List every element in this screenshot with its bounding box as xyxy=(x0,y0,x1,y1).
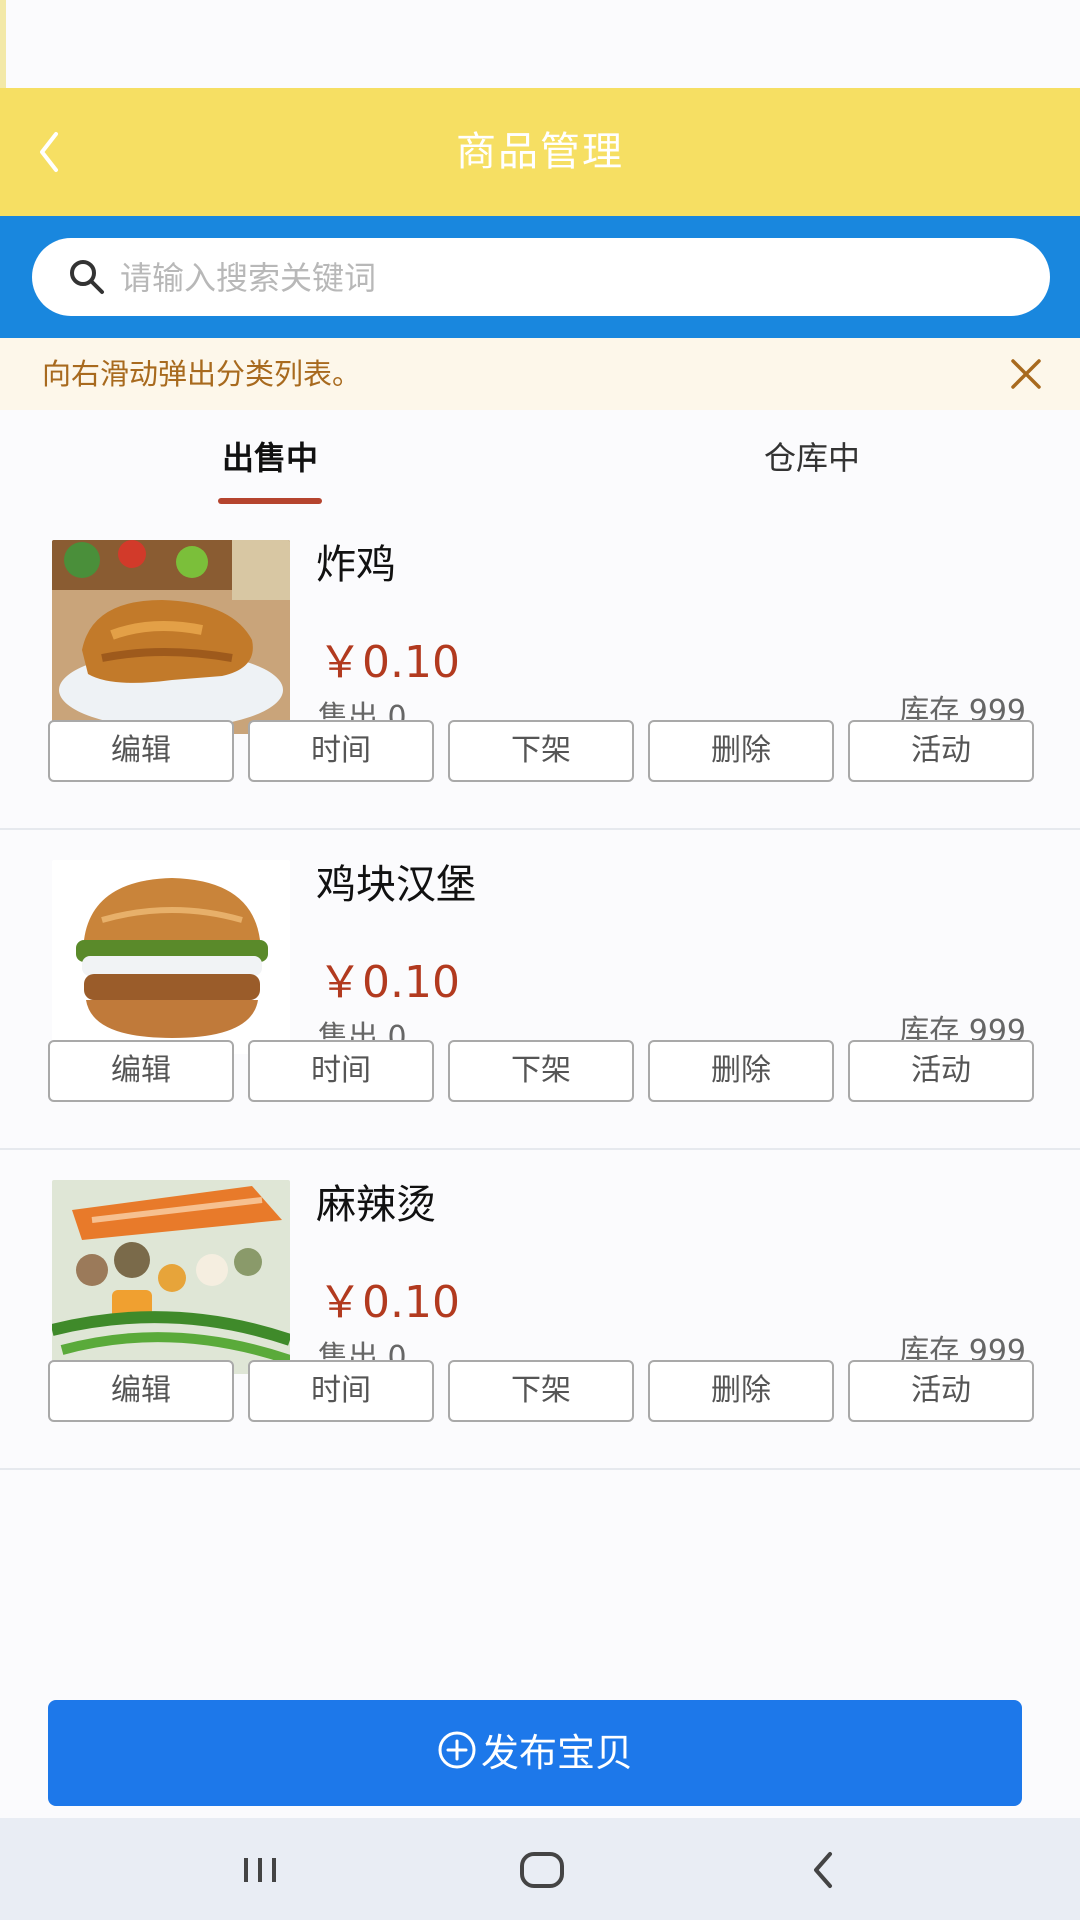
delete-button[interactable]: 删除 xyxy=(648,1040,834,1102)
status-bar xyxy=(0,0,1080,88)
product-price: ￥0.10 xyxy=(318,957,460,1008)
product-name: 炸鸡 xyxy=(316,542,396,588)
page-title: 商品管理 xyxy=(456,129,624,175)
time-button[interactable]: 时间 xyxy=(248,1040,434,1102)
app-header: 商品管理 xyxy=(0,88,1080,216)
recent-apps-icon[interactable] xyxy=(230,1842,290,1898)
product-price: ￥0.10 xyxy=(318,637,460,688)
search-box[interactable] xyxy=(32,238,1050,318)
notice-banner: 向右滑动弹出分类列表。 xyxy=(0,338,1080,410)
delist-button[interactable]: 下架 xyxy=(448,1360,634,1422)
fried-chicken-image xyxy=(52,540,290,734)
publish-button[interactable]: 发布宝贝 xyxy=(48,1700,1022,1806)
plus-circle-icon xyxy=(438,1731,476,1769)
product-name: 鸡块汉堡 xyxy=(316,862,476,908)
product-price: ￥0.10 xyxy=(318,1277,460,1328)
activity-button[interactable]: 活动 xyxy=(848,1360,1034,1422)
search-icon xyxy=(70,260,104,294)
product-item[interactable]: 炸鸡 ￥0.10 售出 0 库存 999 编辑 时间 下架 删除 活动 xyxy=(0,510,1080,830)
delist-button[interactable]: 下架 xyxy=(448,1040,634,1102)
burger-image xyxy=(52,860,290,1054)
edit-button[interactable]: 编辑 xyxy=(48,720,234,782)
home-icon[interactable] xyxy=(512,1842,572,1898)
tab-active-indicator xyxy=(218,498,322,504)
delete-button[interactable]: 删除 xyxy=(648,720,834,782)
product-item[interactable]: 鸡块汉堡 ￥0.10 售出 0 库存 999 编辑 时间 下架 删除 活动 xyxy=(0,830,1080,1150)
system-nav-bar xyxy=(0,1818,1080,1920)
tab-in-warehouse[interactable]: 仓库中 xyxy=(742,436,882,480)
back-icon[interactable] xyxy=(794,1842,854,1898)
tab-on-sale[interactable]: 出售中 xyxy=(200,436,340,480)
time-button[interactable]: 时间 xyxy=(248,1360,434,1422)
delete-button[interactable]: 删除 xyxy=(648,1360,834,1422)
search-bar xyxy=(0,216,1080,338)
malatang-image xyxy=(52,1180,290,1374)
activity-button[interactable]: 活动 xyxy=(848,1040,1034,1102)
delist-button[interactable]: 下架 xyxy=(448,720,634,782)
edit-button[interactable]: 编辑 xyxy=(48,1360,234,1422)
product-item[interactable]: 麻辣烫 ￥0.10 售出 0 库存 999 编辑 时间 下架 删除 活动 xyxy=(0,1150,1080,1470)
close-icon[interactable] xyxy=(1008,356,1044,392)
tab-bar: 出售中 仓库中 xyxy=(0,410,1080,510)
publish-label: 发布宝贝 xyxy=(480,1731,633,1775)
notice-text: 向右滑动弹出分类列表。 xyxy=(42,357,362,391)
search-input[interactable] xyxy=(118,238,1022,318)
time-button[interactable]: 时间 xyxy=(248,720,434,782)
activity-button[interactable]: 活动 xyxy=(848,720,1034,782)
product-name: 麻辣烫 xyxy=(316,1182,436,1228)
edit-button[interactable]: 编辑 xyxy=(48,1040,234,1102)
